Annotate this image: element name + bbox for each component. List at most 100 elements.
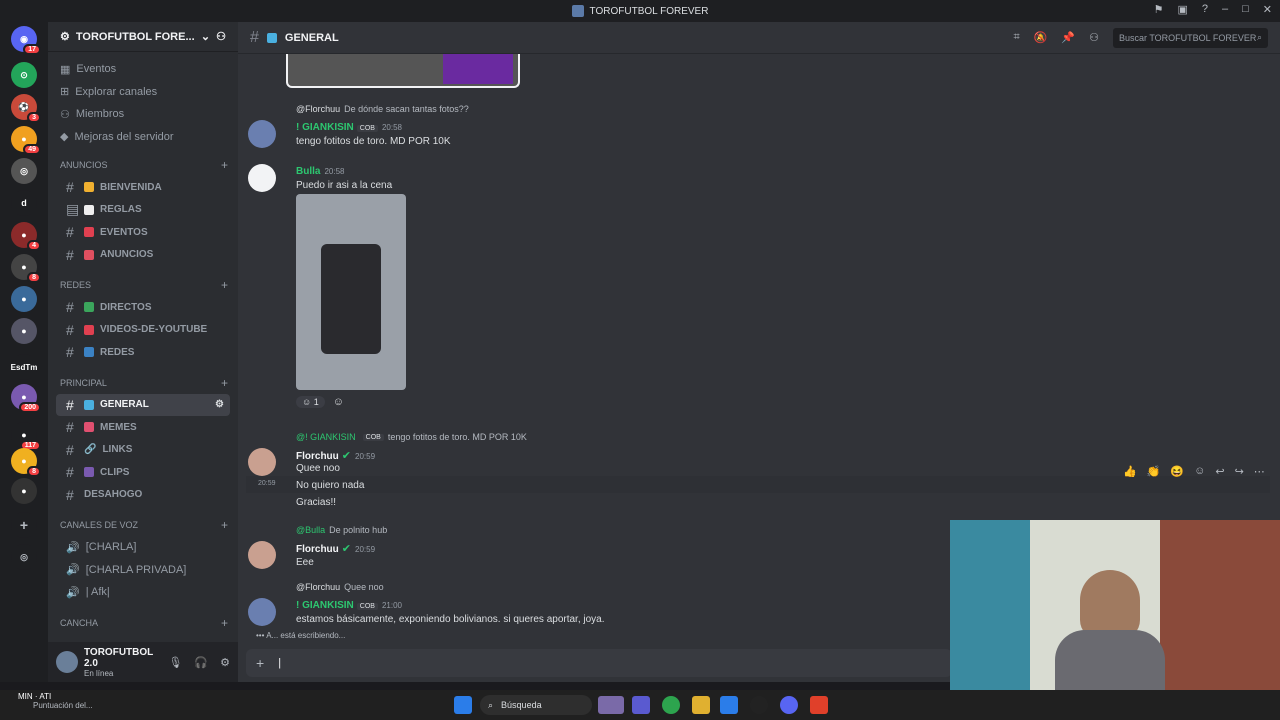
add-channel-icon[interactable]: + bbox=[221, 158, 228, 172]
chat-app-icon[interactable] bbox=[632, 696, 650, 714]
add-member-icon[interactable]: ⚇ bbox=[216, 30, 226, 43]
members-icon[interactable]: ⚇ bbox=[1089, 31, 1099, 44]
app-icon[interactable] bbox=[810, 696, 828, 714]
category-cancha[interactable]: CANCHA + bbox=[48, 612, 238, 634]
reply-preview[interactable]: @! GIANKISIN COB tengo fotitos de toro. MD… bbox=[296, 432, 527, 442]
server-icon[interactable]: d bbox=[11, 190, 37, 216]
add-channel-icon[interactable]: + bbox=[221, 518, 228, 532]
close-icon[interactable]: ✕ bbox=[1263, 3, 1272, 16]
reaction[interactable]: ☺ 1 bbox=[296, 396, 325, 408]
add-channel-icon[interactable]: + bbox=[221, 376, 228, 390]
server-icon[interactable]: ● 49 bbox=[11, 126, 41, 155]
nav-events[interactable]: ▦ Eventos bbox=[48, 58, 238, 81]
channel-clips[interactable]: # CLIPS bbox=[56, 461, 230, 484]
mute-icon[interactable]: 🔕 bbox=[1034, 31, 1048, 44]
username[interactable]: Bulla bbox=[296, 166, 320, 177]
server-icon[interactable]: ● 8 bbox=[11, 448, 41, 477]
add-channel-icon[interactable]: + bbox=[221, 616, 228, 630]
start-icon[interactable] bbox=[454, 696, 472, 714]
channel-videos[interactable]: # VIDEOS-DE-YOUTUBE bbox=[56, 319, 230, 342]
avatar[interactable] bbox=[248, 598, 276, 626]
folder-icon[interactable] bbox=[692, 696, 710, 714]
image-attachment[interactable] bbox=[286, 54, 520, 88]
store-icon[interactable] bbox=[720, 696, 738, 714]
username[interactable]: ! GIANKISIN bbox=[296, 122, 354, 133]
channel-eventos[interactable]: # EVENTOS bbox=[56, 221, 230, 244]
username[interactable]: ! GIANKISIN bbox=[296, 600, 354, 611]
discover-icon[interactable]: ◎ bbox=[11, 544, 37, 570]
add-reaction-icon[interactable]: ☺ bbox=[333, 396, 344, 408]
channel-anuncios[interactable]: # ANUNCIOS bbox=[56, 244, 230, 267]
add-server-icon[interactable]: + bbox=[11, 512, 37, 538]
server-icon[interactable]: EsdTm bbox=[11, 354, 37, 380]
username[interactable]: Florchuu bbox=[296, 451, 339, 462]
channel-memes[interactable]: # MEMES bbox=[56, 416, 230, 439]
discord-icon[interactable] bbox=[780, 696, 798, 714]
category-principal[interactable]: PRINCIPAL + bbox=[48, 372, 238, 394]
app-icon[interactable] bbox=[750, 696, 768, 714]
voice-channel[interactable]: 🔊 [CHARLA PRIVADA] bbox=[48, 559, 238, 582]
reply-preview[interactable]: @Bulla De polnito hub bbox=[296, 525, 387, 535]
channel-directos[interactable]: # DIRECTOS bbox=[56, 296, 230, 319]
category-anuncios[interactable]: ANUNCIOS + bbox=[48, 154, 238, 176]
forward-icon[interactable]: ↪ bbox=[1235, 465, 1244, 478]
inbox-icon[interactable]: ⚑ bbox=[1154, 3, 1164, 16]
search-input[interactable]: Buscar TOROFUTBOL FOREVER ⌕ bbox=[1113, 27, 1268, 48]
more-icon[interactable]: ⋯ bbox=[1254, 465, 1265, 478]
taskbar-search[interactable]: ⌕ Búsqueda bbox=[480, 695, 592, 715]
nav-boosts[interactable]: ◆ Mejoras del servidor bbox=[48, 126, 238, 149]
notification[interactable]: MIN · ATI Puntuación del... bbox=[18, 692, 93, 710]
minimize-icon[interactable]: – bbox=[1222, 3, 1228, 16]
server-icon[interactable]: ● 8 bbox=[11, 254, 41, 283]
avatar[interactable] bbox=[248, 541, 276, 569]
server-icon[interactable]: ⊙ bbox=[11, 62, 37, 88]
headphones-icon[interactable]: 🎧 bbox=[194, 656, 208, 669]
channel-links[interactable]: # 🔗 LINKS bbox=[56, 439, 230, 462]
channel-general[interactable]: # GENERAL ⚙ bbox=[56, 393, 230, 416]
message-input[interactable]: + | bbox=[246, 649, 952, 677]
maximize-icon[interactable]: □ bbox=[1242, 3, 1249, 16]
gif-attachment[interactable] bbox=[296, 194, 406, 390]
channel-bienvenida[interactable]: # BIENVENIDA bbox=[56, 176, 230, 199]
server-icon[interactable]: ◎ bbox=[11, 158, 37, 184]
channel-reglas[interactable]: ▤ REGLAS bbox=[56, 199, 230, 222]
thumbs-up-icon[interactable]: 👍 bbox=[1123, 465, 1137, 478]
laugh-icon[interactable]: 😆 bbox=[1170, 465, 1184, 478]
screen-icon[interactable]: ▣ bbox=[1177, 3, 1187, 16]
server-header[interactable]: ⚙ TOROFUTBOL FORE... ⌄ ⚇ bbox=[48, 22, 238, 52]
avatar[interactable] bbox=[56, 651, 78, 673]
server-icon[interactable]: ● 117 bbox=[11, 422, 41, 451]
server-icon[interactable]: ● bbox=[11, 318, 37, 344]
server-icon[interactable]: ● 4 bbox=[11, 222, 41, 251]
avatar[interactable] bbox=[248, 448, 276, 476]
nav-members[interactable]: ⚇ Miembros bbox=[48, 103, 238, 126]
avatar[interactable] bbox=[248, 120, 276, 148]
add-reaction-icon[interactable]: ☺ bbox=[1194, 465, 1205, 478]
username[interactable]: Florchuu bbox=[296, 544, 339, 555]
channel-desahogo[interactable]: # DESAHOGO bbox=[56, 484, 230, 507]
reply-preview[interactable]: @Florchuu De dónde sacan tantas fotos?? bbox=[296, 104, 469, 114]
server-icon[interactable]: ● bbox=[11, 478, 37, 504]
widget-icon[interactable] bbox=[598, 696, 624, 714]
avatar[interactable] bbox=[248, 164, 276, 192]
channel-redes[interactable]: # REDES bbox=[56, 341, 230, 364]
reply-icon[interactable]: ↩ bbox=[1215, 465, 1224, 478]
chrome-icon[interactable] bbox=[662, 696, 680, 714]
help-icon[interactable]: ? bbox=[1202, 3, 1208, 16]
category-voz[interactable]: CANALES DE VOZ + bbox=[48, 514, 238, 536]
server-icon[interactable]: ⚽ 3 bbox=[11, 94, 41, 123]
voice-channel[interactable]: 🔊 | Afk| bbox=[48, 581, 238, 604]
nav-browse[interactable]: ⊞ Explorar canales bbox=[48, 81, 238, 104]
add-channel-icon[interactable]: + bbox=[221, 278, 228, 292]
server-icon[interactable]: ● 200 bbox=[11, 384, 41, 413]
threads-icon[interactable]: ⌗ bbox=[1014, 31, 1020, 44]
category-redes[interactable]: REDES + bbox=[48, 274, 238, 296]
direct-messages-icon[interactable]: ◉ 17 bbox=[11, 26, 41, 55]
add-attachment-icon[interactable]: + bbox=[256, 655, 264, 671]
mic-icon[interactable]: 🎙 bbox=[168, 656, 182, 669]
channel-settings-icon[interactable]: ⚙ bbox=[215, 399, 224, 410]
server-icon[interactable]: ● bbox=[11, 286, 37, 312]
pin-icon[interactable]: 📌 bbox=[1061, 31, 1075, 44]
clap-icon[interactable]: 👏 bbox=[1147, 465, 1161, 478]
reply-preview[interactable]: @Florchuu Quee noo bbox=[296, 582, 384, 592]
